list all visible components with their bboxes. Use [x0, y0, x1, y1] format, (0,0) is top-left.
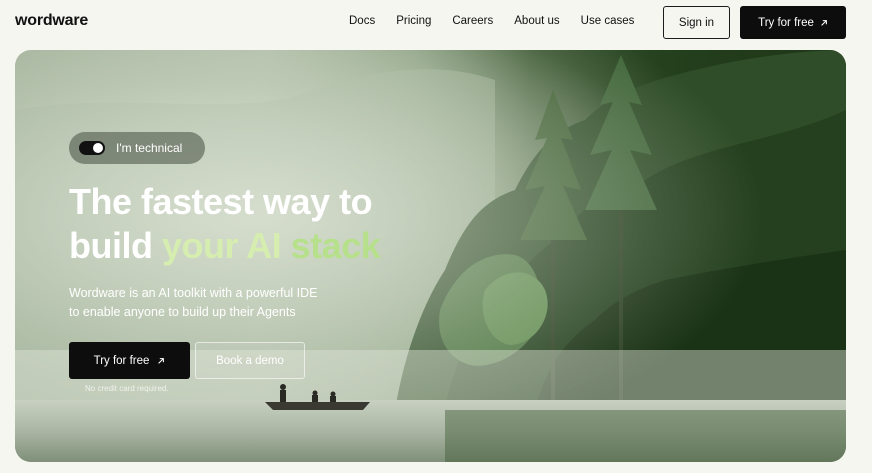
nav-link-about-us[interactable]: About us [514, 15, 559, 27]
no-credit-card-note: No credit card required. [85, 384, 169, 393]
nav-links: Docs Pricing Careers About us Use cases [349, 15, 655, 27]
book-a-demo-button[interactable]: Book a demo [195, 342, 305, 379]
try-for-free-nav-button[interactable]: Try for free [740, 6, 846, 39]
hero-subtext: Wordware is an AI toolkit with a powerfu… [69, 284, 359, 322]
nav-link-use-cases[interactable]: Use cases [581, 15, 635, 27]
arrow-up-right-icon [158, 357, 165, 364]
toggle-switch[interactable] [79, 141, 105, 155]
logo[interactable]: wordware [15, 12, 88, 30]
subtext-line-1: Wordware is an AI toolkit with a powerfu… [69, 286, 318, 300]
technical-toggle[interactable]: I'm technical [69, 132, 205, 164]
hero-section: I'm technical The fastest way to build y… [15, 50, 846, 462]
try-for-free-nav-label: Try for free [758, 16, 814, 29]
try-for-free-hero-label: Try for free [93, 354, 150, 367]
hero-headline: The fastest way to build your AI stack [69, 180, 489, 268]
sign-in-label: Sign in [678, 16, 715, 29]
try-for-free-hero-button[interactable]: Try for free [69, 342, 190, 379]
toggle-label: I'm technical [116, 141, 183, 155]
headline-line-2-end: stack [281, 225, 381, 266]
headline-accent: your AI [161, 225, 282, 266]
toggle-knob [93, 143, 103, 153]
nav-link-pricing[interactable]: Pricing [396, 15, 431, 27]
headline-line-2-start: build [69, 225, 162, 266]
sign-in-button[interactable]: Sign in [663, 6, 730, 39]
headline-line-1: The fastest way to [69, 181, 373, 222]
nav-link-docs[interactable]: Docs [349, 15, 375, 27]
nav-link-careers[interactable]: Careers [452, 15, 493, 27]
top-nav: wordware Docs Pricing Careers About us U… [0, 0, 872, 46]
subtext-line-2: to enable anyone to build up their Agent… [69, 305, 296, 319]
arrow-up-right-icon [821, 19, 827, 26]
book-a-demo-label: Book a demo [216, 354, 284, 367]
